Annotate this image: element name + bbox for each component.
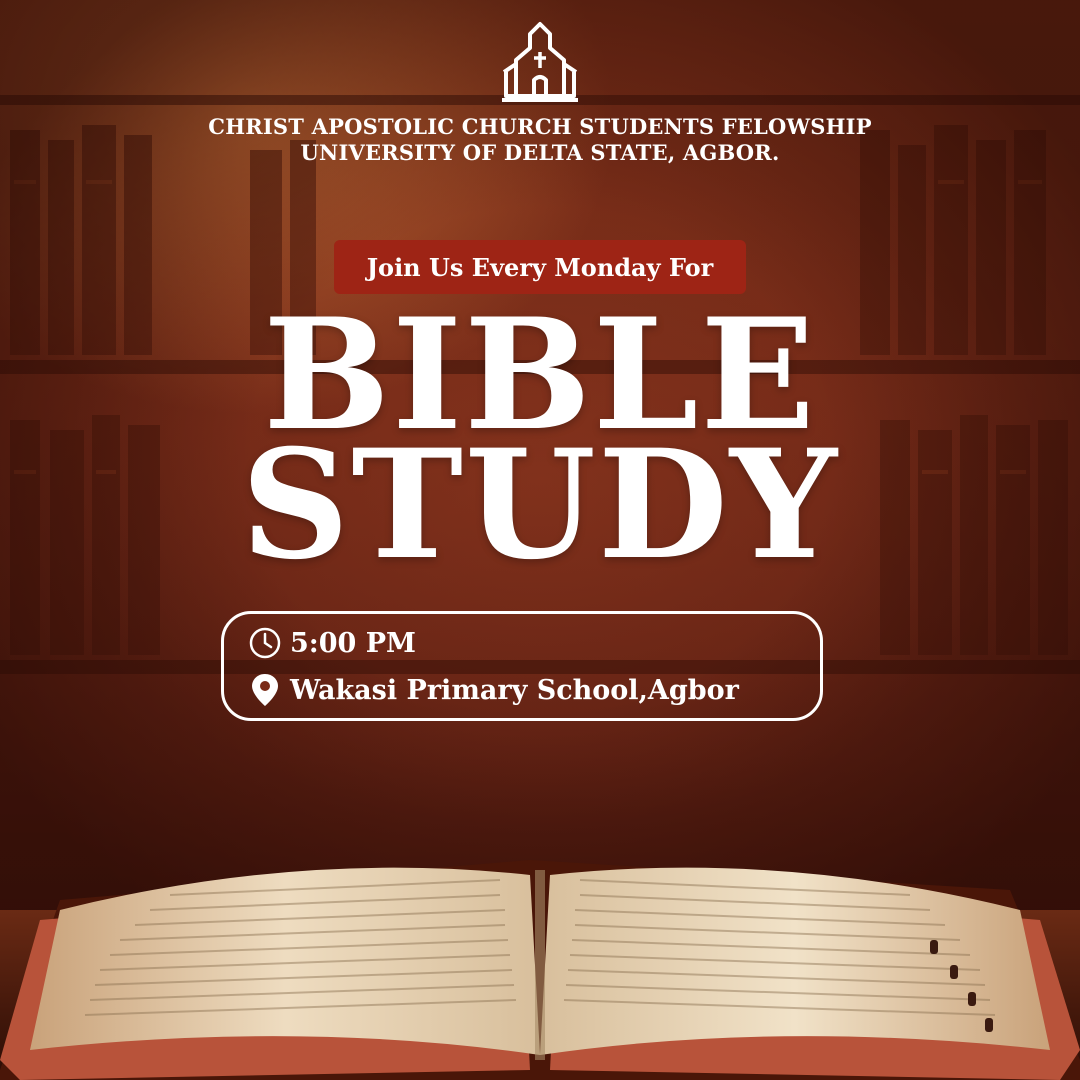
bible-study-poster: CHRIST APOSTOLIC CHURCH STUDENTS FELOWSH… [0,0,1080,1080]
open-bible-image [0,860,1080,1080]
clock-icon [249,627,281,659]
location-row: Wakasi Primary School,Agbor [248,672,739,708]
event-details-box: 5:00 PM Wakasi Primary School,Agbor [221,611,823,721]
title-line-study: STUDY [241,417,839,593]
organization-name: CHRIST APOSTOLIC CHURCH STUDENTS FELOWSH… [208,114,872,139]
location-pin-icon [252,674,278,706]
time-row: 5:00 PM [248,626,416,660]
organization-location: UNIVERSITY OF DELTA STATE, AGBOR. [300,140,780,165]
church-icon [502,22,578,102]
invite-text: Join Us Every Monday For [366,252,714,282]
event-location: Wakasi Primary School,Agbor [290,674,739,706]
event-time: 5:00 PM [290,627,416,659]
organization-heading: CHRIST APOSTOLIC CHURCH STUDENTS FELOWSH… [0,114,1080,166]
